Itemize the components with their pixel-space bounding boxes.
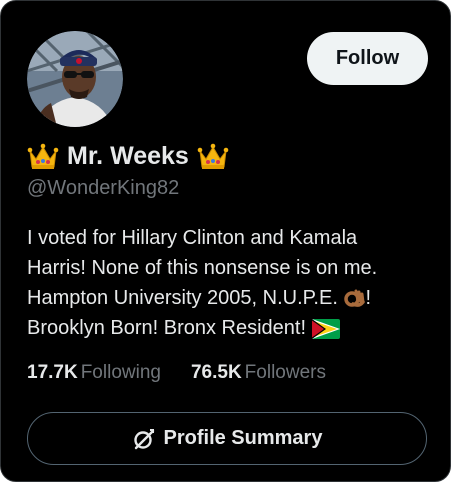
- bio-line-3-end: !: [365, 287, 372, 309]
- crown-emoji-icon: [197, 143, 229, 169]
- bio-line-3-text: Hampton University 2005, N.U.P.E.: [27, 287, 338, 309]
- followers-stat[interactable]: 76.5K Followers: [191, 362, 326, 384]
- display-name[interactable]: Mr. Weeks: [67, 142, 189, 171]
- follow-button[interactable]: Follow: [307, 32, 428, 85]
- following-count: 17.7K: [27, 362, 78, 383]
- guyana-flag-emoji-icon: [311, 319, 340, 339]
- profile-summary-label: Profile Summary: [163, 427, 323, 449]
- following-label: Following: [80, 362, 161, 383]
- display-name-row[interactable]: Mr. Weeks: [27, 139, 229, 173]
- followers-count: 76.5K: [190, 362, 242, 383]
- bio-line-4-text: Brooklyn Born! Bronx Resident!: [27, 317, 307, 339]
- bio-line-4: Brooklyn Born! Bronx Resident!: [27, 313, 437, 343]
- user-handle[interactable]: @WonderKing82: [27, 177, 179, 200]
- avatar[interactable]: [27, 31, 123, 127]
- bio-line-2: Harris! None of this nonsense is on me.: [27, 257, 378, 279]
- grok-icon: [133, 428, 154, 449]
- bio-line-1: I voted for Hillary Clinton and Kamala: [27, 227, 358, 249]
- profile-photo-icon: [27, 31, 123, 127]
- bio: I voted for Hillary Clinton and Kamala H…: [27, 223, 437, 343]
- following-stat[interactable]: 17.7K Following: [27, 362, 161, 384]
- bio-line-3: Hampton University 2005, N.U.P.E. !: [27, 283, 437, 313]
- ok-hand-emoji-icon: [344, 289, 366, 307]
- profile-summary-button[interactable]: Profile Summary: [27, 412, 427, 465]
- crown-emoji-icon: [27, 143, 59, 169]
- profile-hover-card: Follow Mr. Weeks @WonderKing82 I voted f…: [0, 0, 451, 482]
- follow-stats: 17.7K Following 76.5K Followers: [27, 362, 356, 384]
- followers-label: Followers: [244, 362, 326, 383]
